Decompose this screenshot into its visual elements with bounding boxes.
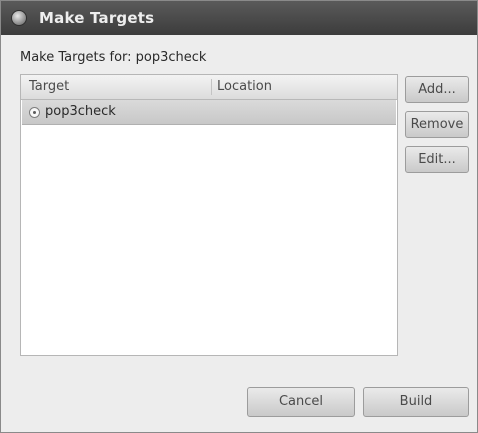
target-icon <box>29 107 40 118</box>
app-icon <box>11 10 27 26</box>
remove-button[interactable]: Remove <box>405 111 469 138</box>
cancel-button[interactable]: Cancel <box>247 387 355 417</box>
table-row[interactable]: pop3check <box>22 100 396 125</box>
column-header-location[interactable]: Location <box>217 75 272 99</box>
row-target-name: pop3check <box>45 104 116 119</box>
targets-table: Target Location pop3check <box>20 74 398 356</box>
build-button[interactable]: Build <box>363 387 469 417</box>
make-targets-dialog: Make Targets Make Targets for: pop3check… <box>0 0 478 433</box>
table-header: Target Location <box>21 75 397 100</box>
prompt-label: Make Targets for: pop3check <box>20 50 207 65</box>
add-button[interactable]: Add... <box>405 76 469 103</box>
window-title: Make Targets <box>39 9 155 27</box>
title-bar[interactable]: Make Targets <box>1 1 477 35</box>
column-divider[interactable] <box>211 79 212 95</box>
column-header-target[interactable]: Target <box>29 75 69 99</box>
edit-button[interactable]: Edit... <box>405 146 469 173</box>
